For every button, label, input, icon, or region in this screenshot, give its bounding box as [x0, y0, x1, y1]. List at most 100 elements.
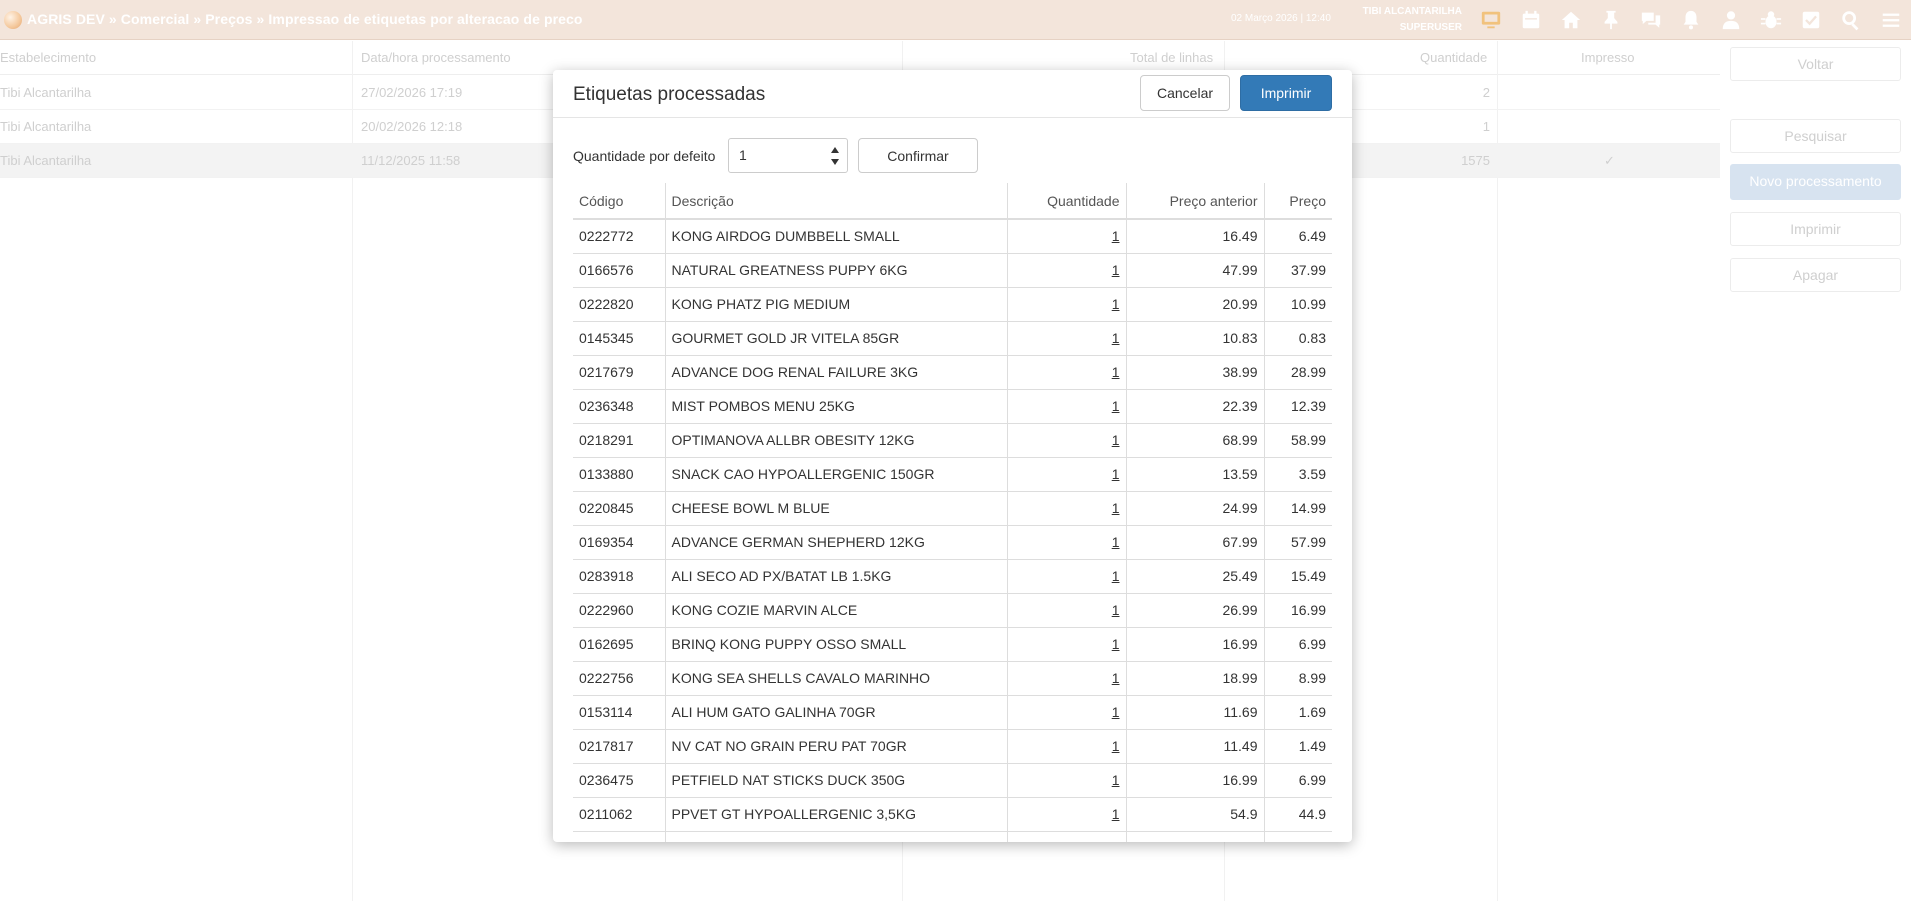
cell-quantidade[interactable]: 1 [1007, 797, 1127, 832]
column-descricao[interactable]: Descrição [665, 183, 1008, 220]
quantity-link[interactable]: 1 [1112, 602, 1120, 618]
column-quantidade[interactable]: Quantidade [1007, 183, 1127, 220]
quantity-link[interactable]: 1 [1112, 636, 1120, 652]
user-icon[interactable] [1719, 8, 1743, 32]
novo-processamento-button[interactable]: Novo processamento [1730, 164, 1901, 200]
menu-icon[interactable] [1879, 8, 1903, 32]
quantity-link[interactable]: 1 [1112, 704, 1120, 720]
table-row[interactable]: 0145345 GOURMET GOLD JR VITELA 85GR 1 10.83… [573, 321, 1332, 356]
table-row[interactable]: 0217817 NV CAT NO GRAIN PERU PAT 70GR 1 11.… [573, 729, 1332, 764]
table-row[interactable]: 0222820 KONG PHATZ PIG MEDIUM 1 20.99 10.99 [573, 287, 1332, 322]
cell-quantidade[interactable]: 1 [1007, 559, 1127, 594]
cell-codigo: 0133880 [573, 457, 666, 492]
cell-quantidade[interactable]: 1 [1007, 287, 1127, 322]
quantity-link[interactable]: 1 [1112, 330, 1120, 346]
table-row[interactable]: 0217679 ADVANCE DOG RENAL FAILURE 3KG 1 38.… [573, 355, 1332, 390]
table-row[interactable]: 0236475 PETFIELD NAT STICKS DUCK 350G 1 16.… [573, 763, 1332, 798]
cell-quantidade[interactable]: 1 [1007, 423, 1127, 458]
table-row[interactable]: 0236348 MIST POMBOS MENU 25KG 1 22.39 12.39 [573, 389, 1332, 424]
cell-quantidade[interactable] [1007, 831, 1127, 842]
quantity-link[interactable]: 1 [1112, 568, 1120, 584]
quantity-link[interactable]: 1 [1112, 398, 1120, 414]
table-row[interactable]: 0169354 ADVANCE GERMAN SHEPHERD 12KG 1 67.9… [573, 525, 1332, 560]
column-impresso[interactable]: Impresso [1581, 50, 1634, 65]
cell-quantidade[interactable]: 1 [1007, 729, 1127, 764]
search-icon[interactable] [1839, 8, 1863, 32]
cell-preco-anterior: 22.39 [1126, 389, 1265, 424]
pesquisar-button[interactable]: Pesquisar [1730, 119, 1901, 153]
logo-icon[interactable] [4, 11, 22, 29]
confirm-button[interactable]: Confirmar [858, 138, 978, 173]
table-row[interactable]: 0162695 BRINQ KONG PUPPY OSSO SMALL 1 16.99… [573, 627, 1332, 662]
decrement-icon[interactable] [830, 158, 840, 166]
table-row[interactable]: 0220845 CHEESE BOWL M BLUE 1 24.99 14.99 [573, 491, 1332, 526]
column-total-linhas[interactable]: Total de linhas [1130, 50, 1213, 65]
table-row[interactable]: 0166576 NATURAL GREATNESS PUPPY 6KG 1 47.99… [573, 253, 1332, 288]
cell-preco [1264, 831, 1332, 842]
monitor-icon[interactable] [1479, 8, 1503, 32]
cell-quantidade[interactable]: 1 [1007, 321, 1127, 356]
table-row[interactable]: 0222772 KONG AIRDOG DUMBBELL SMALL 1 16.49 6… [573, 219, 1332, 254]
cancel-button[interactable]: Cancelar [1140, 75, 1230, 111]
quantity-link[interactable]: 1 [1112, 738, 1120, 754]
column-estabelecimento[interactable]: Estabelecimento [0, 50, 96, 65]
home-icon[interactable] [1559, 8, 1583, 32]
table-row[interactable]: 0211062 PPVET GT HYPOALLERGENIC 3,5KG 1 54.… [573, 797, 1332, 832]
cell-quantidade[interactable]: 1 [1007, 525, 1127, 560]
cell-quantidade[interactable]: 1 [1007, 253, 1127, 288]
table-row[interactable]: 0222756 KONG SEA SHELLS CAVALO MARINHO 1 18… [573, 661, 1332, 696]
cell-descricao: SNACK CAO HYPOALLERGENIC 150GR [665, 457, 1008, 492]
user-info[interactable]: TIBI ALCANTARILHA SUPERUSER [1350, 4, 1462, 36]
table-row[interactable]: 0222960 KONG COZIE MARVIN ALCE 1 26.99 16.99 [573, 593, 1332, 628]
quantity-link[interactable]: 1 [1112, 296, 1120, 312]
quantity-link[interactable]: 1 [1112, 670, 1120, 686]
quantity-link[interactable]: 1 [1112, 228, 1120, 244]
chat-icon[interactable] [1639, 8, 1663, 32]
column-preco-anterior[interactable]: Preço anterior [1126, 183, 1265, 220]
table-row[interactable] [573, 831, 1332, 842]
print-button[interactable]: Imprimir [1240, 75, 1332, 111]
bell-icon[interactable] [1679, 8, 1703, 32]
quantity-link[interactable]: 1 [1112, 262, 1120, 278]
imprimir-side-button[interactable]: Imprimir [1730, 212, 1901, 246]
cell-quantidade[interactable]: 1 [1007, 219, 1127, 254]
pin-icon[interactable] [1599, 8, 1623, 32]
modal-title: Etiquetas processadas [573, 84, 766, 105]
table-row[interactable]: 0153114 ALI HUM GATO GALINHA 70GR 1 11.69 1.… [573, 695, 1332, 730]
table-row[interactable]: 0133880 SNACK CAO HYPOALLERGENIC 150GR 1 13… [573, 457, 1332, 492]
quantity-link[interactable]: 1 [1112, 772, 1120, 788]
bug-icon[interactable] [1759, 8, 1783, 32]
breadcrumb[interactable]: AGRIS DEV » Comercial » Preços » Impress… [27, 11, 583, 27]
cell-preco-anterior: 10.83 [1126, 321, 1265, 356]
cell-quantidade[interactable]: 1 [1007, 491, 1127, 526]
cell-descricao: ALI HUM GATO GALINHA 70GR [665, 695, 1008, 730]
quantity-link[interactable]: 1 [1112, 364, 1120, 380]
column-quantidade[interactable]: Quantidade [1420, 50, 1487, 65]
cell-quantidade[interactable]: 1 [1007, 389, 1127, 424]
cell-quantidade[interactable]: 1 [1007, 763, 1127, 798]
column-data-hora[interactable]: Data/hora processamento [361, 50, 511, 65]
cell-quantidade[interactable]: 1 [1007, 627, 1127, 662]
quantity-link[interactable]: 1 [1112, 432, 1120, 448]
quantity-link[interactable]: 1 [1112, 466, 1120, 482]
quantity-link[interactable]: 1 [1112, 806, 1120, 822]
default-qty-input[interactable]: 1 [728, 138, 848, 173]
increment-icon[interactable] [830, 146, 840, 154]
table-row[interactable]: 0218291 OPTIMANOVA ALLBR OBESITY 12KG 1 68.… [573, 423, 1332, 458]
etiquetas-modal: Etiquetas processadas Cancelar Imprimir … [553, 70, 1352, 842]
cell-quantidade[interactable]: 1 [1007, 661, 1127, 696]
table-row[interactable]: 0283918 ALI SECO AD PX/BATAT LB 1.5KG 1 25.… [573, 559, 1332, 594]
cell-quantidade[interactable]: 1 [1007, 457, 1127, 492]
apagar-button[interactable]: Apagar [1730, 258, 1901, 292]
cell-quantidade[interactable]: 1 [1007, 593, 1127, 628]
checkbox-icon[interactable] [1799, 8, 1823, 32]
column-codigo[interactable]: Código [573, 183, 666, 220]
quantity-link[interactable]: 1 [1112, 500, 1120, 516]
voltar-button[interactable]: Voltar [1730, 47, 1901, 81]
cell-descricao: PPVET GT HYPOALLERGENIC 3,5KG [665, 797, 1008, 832]
column-preco[interactable]: Preço [1264, 183, 1332, 220]
quantity-link[interactable]: 1 [1112, 534, 1120, 550]
cell-quantidade[interactable]: 1 [1007, 355, 1127, 390]
cell-quantidade[interactable]: 1 [1007, 695, 1127, 730]
calendar-icon[interactable] [1519, 8, 1543, 32]
